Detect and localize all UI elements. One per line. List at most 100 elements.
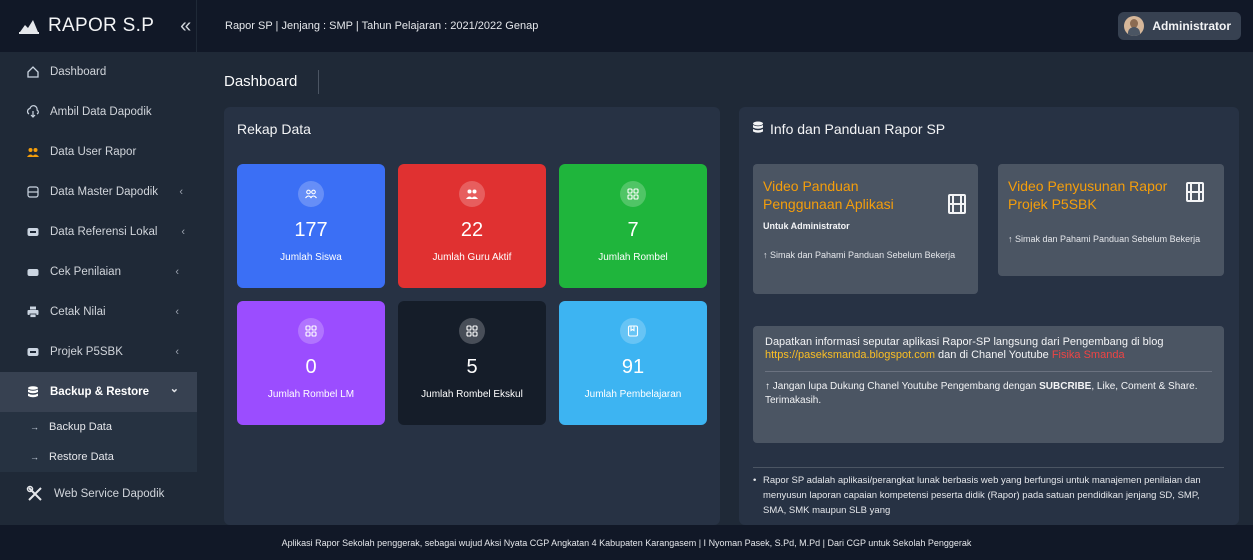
divider — [765, 371, 1212, 372]
teacher-icon — [459, 181, 485, 207]
app-description: • Rapor SP adalah aplikasi/perangkat lun… — [753, 473, 1213, 518]
stat-value: 177 — [294, 219, 328, 241]
grid-icon — [298, 318, 324, 344]
film-icon — [948, 194, 966, 214]
info-panel-header: Info dan Panduan Rapor SP — [752, 121, 945, 137]
info-text: dan di Chanel Youtube — [934, 349, 1052, 361]
sidebar-item-label: Data User Rapor — [50, 146, 137, 158]
chevron-left-icon: ‹ — [181, 226, 185, 238]
sidebar-item-label: Dashboard — [50, 66, 107, 78]
brand-name[interactable]: RAPOR S.P — [48, 15, 154, 37]
developer-info-box: Dapatkan informasi seputar aplikasi Rapo… — [753, 326, 1224, 443]
stat-card-jumlah-pembelajaran[interactable]: 91 Jumlah Pembelajaran — [559, 301, 707, 425]
stat-card-jumlah-rombel[interactable]: 7 Jumlah Rombel — [559, 164, 707, 288]
support-note: ↑ Jangan lupa Dukung Chanel Youtube Peng… — [765, 380, 1212, 408]
sidebar-item-label: Projek P5SBK — [50, 346, 123, 358]
user-name: Administrator — [1152, 19, 1231, 33]
stat-card-jumlah-guru-aktif[interactable]: 22 Jumlah Guru Aktif — [398, 164, 546, 288]
users-icon — [26, 145, 40, 159]
logo-icon — [18, 17, 40, 35]
stat-card-jumlah-rombel-lm[interactable]: 0 Jumlah Rombel LM — [237, 301, 385, 425]
stat-card-jumlah-siswa[interactable]: 177 Jumlah Siswa — [237, 164, 385, 288]
video-p5sbk-note: ↑ Simak dan Pahami Panduan Sebelum Beker… — [1008, 234, 1201, 244]
sidebar-item-cek-penilaian[interactable]: Cek Penilaian ‹ — [0, 252, 197, 292]
divider — [753, 467, 1224, 468]
home-icon — [26, 65, 40, 79]
sidebar-item-ambil-data-dapodik[interactable]: Ambil Data Dapodik — [0, 92, 197, 132]
title-divider — [318, 70, 319, 94]
sidebar-subitem-label: Backup Data — [49, 421, 112, 433]
info-panduan-panel: Info dan Panduan Rapor SP Video Panduan … — [739, 107, 1239, 525]
breadcrumb: Rapor SP | Jenjang : SMP | Tahun Pelajar… — [225, 20, 539, 32]
sidebar-item-data-referensi-lokal[interactable]: Data Referensi Lokal ‹ — [0, 212, 197, 252]
sidebar-item-dashboard[interactable]: Dashboard — [0, 52, 197, 92]
stat-label: Jumlah Guru Aktif — [432, 252, 512, 263]
youtube-channel-link[interactable]: Fisika Smanda — [1052, 349, 1125, 361]
top-navbar: RAPOR S.P « Rapor SP | Jenjang : SMP | T… — [0, 0, 1253, 52]
grid-icon — [620, 181, 646, 207]
sidebar: Dashboard Ambil Data Dapodik Data User R… — [0, 52, 197, 525]
chevron-left-icon: ‹ — [175, 346, 179, 358]
sidebar-item-label: Data Referensi Lokal — [50, 226, 158, 238]
stat-value: 91 — [621, 356, 645, 378]
sidebar-subitem-restore-data[interactable]: → Restore Data — [0, 442, 197, 472]
sidebar-item-label: Web Service Dapodik — [54, 488, 165, 500]
stat-value: 5 — [466, 356, 478, 378]
chevron-left-icon: ‹ — [175, 266, 179, 278]
database-icon — [26, 385, 40, 399]
stat-value: 7 — [627, 219, 639, 241]
stat-card-jumlah-rombel-ekskul[interactable]: 5 Jumlah Rombel Ekskul — [398, 301, 546, 425]
grid-icon — [459, 318, 485, 344]
footer: Aplikasi Rapor Sekolah penggerak, sebaga… — [0, 525, 1253, 560]
sidebar-item-label: Data Master Dapodik — [50, 186, 159, 198]
footer-text: Aplikasi Rapor Sekolah penggerak, sebaga… — [281, 537, 972, 548]
sidebar-subitem-backup-data[interactable]: → Backup Data — [0, 412, 197, 442]
stat-value: 22 — [460, 219, 484, 241]
sidebar-item-backup-restore[interactable]: Backup & Restore ⌄ — [0, 372, 197, 412]
stat-label: Jumlah Rombel Ekskul — [421, 389, 523, 400]
blog-link[interactable]: https://paseksmanda.blogspot.com — [765, 349, 935, 361]
sidebar-item-web-service-dapodik[interactable]: Web Service Dapodik — [0, 472, 197, 516]
stat-label: Jumlah Siswa — [280, 252, 342, 263]
database-icon — [752, 121, 764, 137]
arrow-right-icon: → — [30, 422, 39, 432]
video-panduan-card[interactable]: Video Panduan Penggunaan Aplikasi Untuk … — [753, 164, 978, 294]
chevron-left-icon: ‹ — [175, 306, 179, 318]
tools-icon — [26, 485, 44, 503]
chevron-down-icon: ⌄ — [169, 383, 179, 395]
support-bold: SUBCRIBE — [1039, 381, 1092, 392]
video-panduan-title[interactable]: Video Panduan Penggunaan Aplikasi — [763, 177, 933, 213]
sidebar-item-data-user-rapor[interactable]: Data User Rapor — [0, 132, 197, 172]
chevrons-left-icon[interactable]: « — [180, 15, 191, 38]
avatar — [1124, 16, 1145, 36]
video-p5sbk-card[interactable]: Video Penyusunan Rapor Projek P5SBK ↑ Si… — [998, 164, 1224, 276]
archive-icon — [26, 225, 40, 239]
bullet: • — [753, 475, 757, 486]
info-text: Dapatkan informasi seputar aplikasi Rapo… — [765, 336, 1164, 348]
sidebar-item-label: Cetak Nilai — [50, 306, 106, 318]
stat-label: Jumlah Pembelajaran — [584, 389, 682, 400]
sidebar-item-cetak-nilai[interactable]: Cetak Nilai ‹ — [0, 292, 197, 332]
sidebar-item-projek-p5sbk[interactable]: Projek P5SBK ‹ — [0, 332, 197, 372]
users-icon — [298, 181, 324, 207]
sidebar-item-label: Cek Penilaian — [50, 266, 121, 278]
user-menu[interactable]: Administrator — [1118, 12, 1241, 40]
page-title: Dashboard — [224, 73, 298, 90]
rekap-data-title: Rekap Data — [237, 121, 311, 137]
video-p5sbk-title[interactable]: Video Penyusunan Rapor Projek P5SBK — [1008, 177, 1168, 213]
cloud-download-icon — [26, 105, 40, 119]
video-panduan-subtitle: Untuk Administrator — [763, 221, 850, 231]
database-icon — [26, 185, 40, 199]
sidebar-item-data-master-dapodik[interactable]: Data Master Dapodik ‹ — [0, 172, 197, 212]
sidebar-item-label: Ambil Data Dapodik — [50, 106, 152, 118]
rekap-data-panel: Rekap Data 177 Jumlah Siswa 22 Jumlah Gu… — [224, 107, 720, 525]
stat-label: Jumlah Rombel LM — [267, 389, 355, 400]
support-text: ↑ Jangan lupa Dukung Chanel Youtube Peng… — [765, 381, 1040, 392]
info-panel-title: Info dan Panduan Rapor SP — [770, 121, 946, 137]
brand: RAPOR S.P « — [0, 0, 197, 52]
film-icon — [1186, 182, 1204, 202]
stat-value: 0 — [305, 356, 317, 378]
arrow-right-icon: → — [30, 452, 39, 462]
video-panduan-note: ↑ Simak dan Pahami Panduan Sebelum Beker… — [763, 250, 956, 260]
archive-icon — [26, 265, 40, 279]
